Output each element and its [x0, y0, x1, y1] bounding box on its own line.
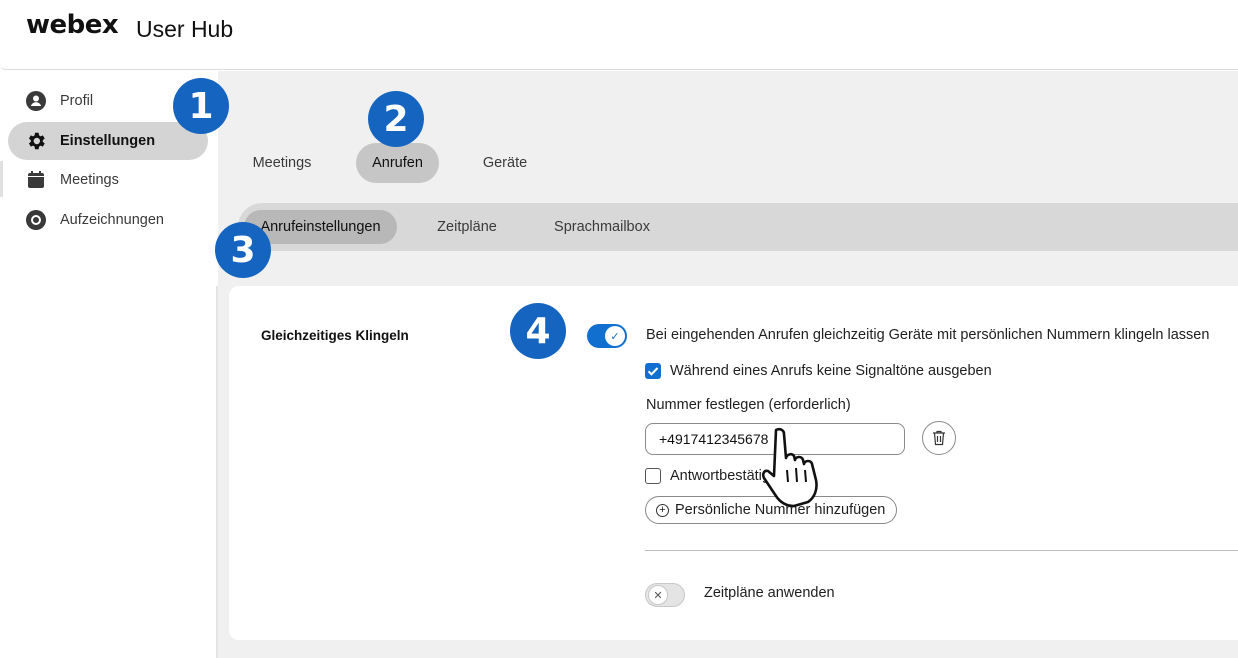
no-tones-checkbox[interactable]	[645, 363, 661, 379]
tab-anrufen[interactable]: Anrufen	[356, 143, 439, 183]
sidebar-edge-mark	[0, 161, 3, 197]
answer-confirm-checkbox[interactable]	[645, 468, 661, 484]
hand-cursor-icon	[761, 427, 818, 508]
sidebar-item-aufzeichnungen[interactable]: Aufzeichnungen	[8, 201, 208, 239]
schedules-label: Zeitpläne anwenden	[704, 585, 835, 601]
subtab-sprachmailbox[interactable]: Sprachmailbox	[538, 210, 666, 244]
step-badge-1: 1	[173, 78, 229, 134]
toggle-label: Bei eingehenden Anrufen gleichzeitig Ger…	[646, 327, 1210, 343]
tab-geraete[interactable]: Geräte	[466, 143, 544, 183]
app-title: User Hub	[136, 16, 234, 42]
sidebar-item-label: Einstellungen	[60, 133, 156, 149]
tab-meetings[interactable]: Meetings	[236, 143, 328, 183]
schedules-toggle[interactable]: ✕	[645, 583, 685, 607]
gear-icon	[25, 130, 47, 152]
trash-icon	[933, 430, 945, 446]
sidebar-item-einstellungen[interactable]: Einstellungen	[8, 122, 208, 160]
sidebar-item-meetings[interactable]: Meetings	[8, 161, 208, 199]
step-badge-3: 3	[215, 222, 271, 278]
close-icon: ✕	[648, 585, 668, 605]
section-title: Gleichzeitiges Klingeln	[261, 328, 409, 343]
section-divider	[645, 550, 1238, 551]
step-badge-4: 4	[510, 303, 566, 359]
webex-logo[interactable]: webex	[26, 10, 119, 40]
delete-number-button[interactable]	[922, 421, 956, 455]
number-field-label: Nummer festlegen (erforderlich)	[646, 397, 851, 413]
simultaneous-ring-toggle[interactable]: ✓	[587, 324, 627, 348]
profile-icon	[25, 90, 47, 112]
sidebar-item-label: Aufzeichnungen	[60, 212, 164, 228]
sidebar-item-label: Meetings	[60, 172, 119, 188]
subtab-zeitplaene[interactable]: Zeitpläne	[423, 210, 511, 244]
sidebar: Profil Einstellungen Meetings Aufzeichnu…	[0, 71, 218, 658]
calendar-icon	[25, 169, 47, 191]
subtab-bar: Anrufeinstellungen Zeitpläne Sprachmailb…	[238, 203, 1238, 251]
record-icon	[25, 209, 47, 231]
check-icon: ✓	[605, 326, 625, 346]
top-bar: webex User Hub	[0, 0, 1238, 70]
step-badge-2: 2	[368, 91, 424, 147]
sidebar-item-label: Profil	[60, 93, 94, 109]
plus-icon: +	[656, 503, 669, 517]
check-icon	[647, 367, 659, 376]
no-tones-label: Während eines Anrufs keine Signaltöne au…	[670, 363, 992, 379]
